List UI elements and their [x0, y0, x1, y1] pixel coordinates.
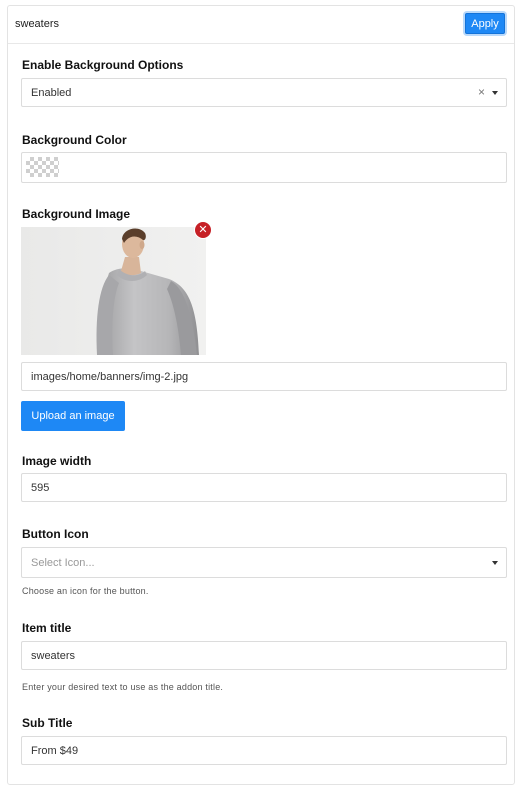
- bg-image-label: Background Image: [22, 207, 131, 221]
- image-path-input[interactable]: images/home/banners/img-2.jpg: [21, 362, 507, 391]
- bg-color-label: Background Color: [22, 133, 127, 147]
- panel-title: sweaters: [15, 18, 60, 30]
- upload-image-button[interactable]: Upload an image: [21, 401, 125, 431]
- item-title-input[interactable]: sweaters: [21, 641, 507, 670]
- remove-image-icon[interactable]: ✕: [195, 222, 211, 238]
- image-width-label: Image width: [22, 454, 92, 468]
- button-icon-label: Button Icon: [22, 527, 89, 541]
- chevron-down-icon[interactable]: [492, 91, 498, 95]
- item-title-label: Item title: [22, 621, 72, 635]
- sweater-model-image: [21, 227, 206, 355]
- clear-icon[interactable]: ×: [478, 85, 485, 99]
- sub-title-value: From $49: [31, 745, 79, 757]
- sub-title-input[interactable]: From $49: [21, 736, 507, 765]
- bg-options-label: Enable Background Options: [22, 58, 184, 72]
- button-icon-help: Choose an icon for the button.: [22, 586, 149, 596]
- button-icon-select[interactable]: Select Icon...: [21, 547, 507, 578]
- chevron-down-icon[interactable]: [492, 561, 498, 565]
- bg-color-picker[interactable]: [21, 152, 507, 183]
- apply-button[interactable]: Apply: [465, 13, 505, 34]
- item-title-help: Enter your desired text to use as the ad…: [22, 682, 224, 692]
- transparent-swatch-icon[interactable]: [26, 157, 59, 177]
- bg-options-select[interactable]: Enabled ×: [21, 78, 507, 107]
- addon-settings-panel: sweaters Apply Enable Background Options…: [7, 5, 515, 785]
- bg-options-value: Enabled: [31, 87, 72, 99]
- image-width-input[interactable]: 595: [21, 473, 507, 502]
- bg-image-preview: [21, 227, 206, 355]
- item-title-value: sweaters: [31, 650, 76, 662]
- sub-title-label: Sub Title: [22, 716, 73, 730]
- button-icon-placeholder: Select Icon...: [31, 557, 95, 569]
- image-width-value: 595: [31, 482, 50, 494]
- image-path-value: images/home/banners/img-2.jpg: [31, 371, 189, 383]
- panel-header: sweaters Apply: [8, 6, 514, 44]
